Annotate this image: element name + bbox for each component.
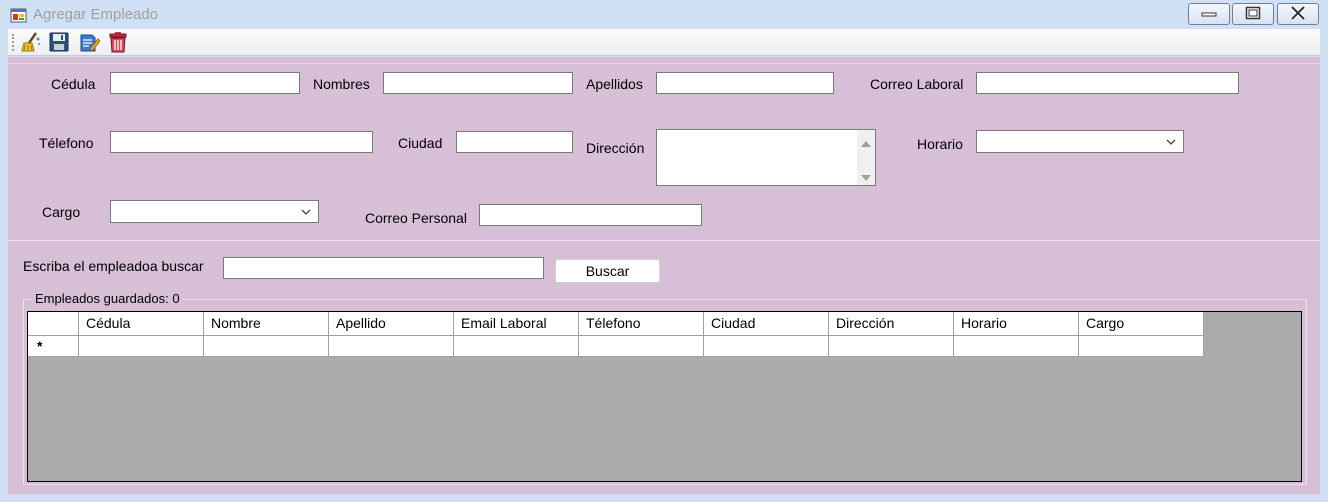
telefono-input[interactable] [110,131,373,153]
correo-laboral-label: Correo Laboral [870,76,964,92]
maximize-button[interactable] [1232,3,1274,25]
grid-cell[interactable] [579,336,704,357]
search-label: Escriba el empleadoa buscar [23,258,204,274]
column-header-cargo[interactable]: Cargo [1079,312,1204,336]
maximize-icon [1245,6,1261,23]
grid-cell[interactable] [829,336,954,357]
grid-cell[interactable] [704,336,829,357]
title-bar[interactable]: Agregar Empleado [0,0,1328,29]
correo-personal-label: Correo Personal [365,210,467,226]
window-title: Agregar Empleado [33,6,159,23]
direccion-scrollbar[interactable] [857,130,875,185]
nombres-input[interactable] [383,72,573,94]
trash-delete-icon[interactable] [107,31,129,53]
close-button[interactable] [1277,3,1319,25]
employees-data-grid[interactable]: Cédula Nombre Apellido Email Laboral Tél… [27,311,1302,482]
minimize-icon [1201,6,1217,22]
grid-cell[interactable] [204,336,329,357]
form-client-area: Cédula Nombres Apellidos Correo Laboral … [8,57,1320,494]
broom-clear-icon[interactable] [20,31,42,53]
document-edit-icon[interactable] [78,31,101,53]
cargo-select[interactable] [110,200,319,223]
buscar-button[interactable]: Buscar [555,259,660,283]
chevron-down-icon [300,205,312,221]
group-title: Empleados guardados: 0 [32,291,183,306]
toolbar [8,29,1320,56]
nombres-label: Nombres [313,76,370,92]
telefono-label: Télefono [39,135,94,151]
ciudad-label: Ciudad [398,135,443,151]
correo-personal-input[interactable] [479,204,702,226]
app-form-icon[interactable] [10,7,27,24]
column-header-telefono[interactable]: Télefono [579,312,704,336]
close-icon [1289,5,1307,24]
column-header-horario[interactable]: Horario [954,312,1079,336]
scroll-down-icon[interactable] [861,169,871,185]
grid-cell[interactable] [79,336,204,357]
direccion-textarea[interactable] [656,129,876,186]
new-row-marker[interactable]: * [28,336,79,357]
column-header-direccion[interactable]: Dirección [829,312,954,336]
ciudad-input[interactable] [456,131,573,153]
column-header-apellido[interactable]: Apellido [329,312,454,336]
apellidos-label: Apellidos [586,76,643,92]
search-input[interactable] [223,257,544,279]
section-divider [8,240,1320,241]
cedula-label: Cédula [51,76,96,92]
direccion-label: Dirección [586,140,645,156]
minimize-button[interactable] [1188,3,1230,25]
apellidos-input[interactable] [656,72,834,94]
column-header-email-laboral[interactable]: Email Laboral [454,312,579,336]
grid-cell[interactable] [1079,336,1204,357]
column-header-cedula[interactable]: Cédula [79,312,204,336]
row-header-corner[interactable] [28,312,79,336]
chevron-down-icon [1165,135,1177,151]
floppy-save-icon[interactable] [48,31,70,53]
grid-cell[interactable] [454,336,579,357]
column-header-nombre[interactable]: Nombre [204,312,329,336]
grid-cell[interactable] [954,336,1079,357]
scroll-up-icon[interactable] [861,135,871,151]
toolbar-grip[interactable] [12,34,15,51]
horario-select[interactable] [976,130,1184,153]
horario-label: Horario [917,136,963,152]
cargo-label: Cargo [42,204,81,220]
correo-laboral-input[interactable] [976,72,1239,94]
divider [8,63,1320,64]
cedula-input[interactable] [110,72,300,94]
column-header-ciudad[interactable]: Ciudad [704,312,829,336]
grid-cell[interactable] [329,336,454,357]
